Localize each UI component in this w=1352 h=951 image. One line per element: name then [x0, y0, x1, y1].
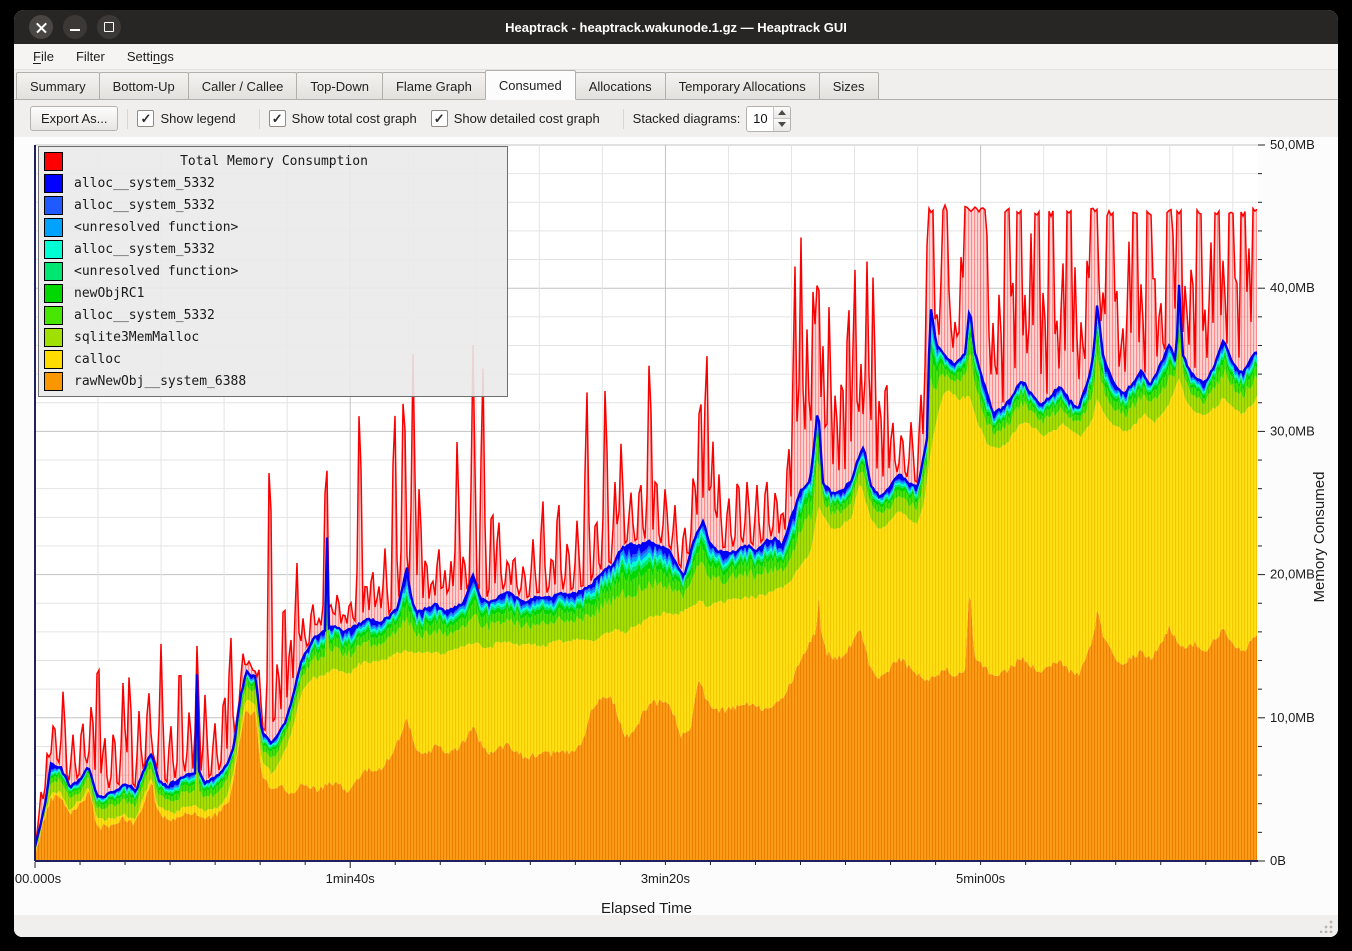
spinbox-buttons: [773, 107, 790, 131]
spin-up-button[interactable]: [774, 107, 790, 119]
stacked-diagrams-label: Stacked diagrams:: [633, 111, 741, 126]
legend-label: alloc__system_5332: [74, 198, 215, 213]
legend-item: alloc__system_5332: [39, 172, 507, 194]
legend-swatch: [44, 350, 63, 369]
axis-tick-label: 00.000s: [15, 871, 62, 886]
export-as-button[interactable]: Export As...: [30, 106, 118, 131]
legend-item: alloc__system_5332: [39, 194, 507, 216]
legend-label: rawNewObj__system_6388: [74, 374, 246, 389]
axis-tick-label: 50,0MB: [1270, 137, 1315, 152]
minimize-button[interactable]: [63, 15, 87, 39]
legend-label: alloc__system_5332: [74, 176, 215, 191]
chart-area: 00.000s 1min40s 3min20s 5min00s 0B 10,0MB 20,0…: [14, 137, 1338, 915]
legend-label: <unresolved function>: [74, 220, 238, 235]
menu-settings[interactable]: Settings: [116, 46, 185, 67]
tab-caller-callee[interactable]: Caller / Callee: [188, 72, 298, 99]
checkmark-icon: ✓: [141, 112, 152, 125]
axis-tick-label: 0B: [1270, 853, 1286, 868]
legend-swatch: [44, 372, 63, 391]
legend-label: newObjRC1: [74, 286, 144, 301]
legend-swatch: [44, 174, 63, 193]
legend-item: calloc: [39, 348, 507, 370]
menubar: File Filter Settings: [14, 44, 1338, 70]
legend-label: calloc: [74, 352, 121, 367]
checkbox-box: ✓: [137, 110, 154, 127]
stacked-diagrams-spinbox[interactable]: 10: [746, 106, 791, 132]
legend-swatch: [44, 196, 63, 215]
checkbox-label: Show total cost graph: [292, 111, 417, 126]
axis-tick-label: 10,0MB: [1270, 710, 1315, 725]
maximize-icon: [104, 22, 114, 32]
tab-bottom-up[interactable]: Bottom-Up: [99, 72, 189, 99]
close-icon: [36, 22, 47, 33]
legend-item: newObjRC1: [39, 282, 507, 304]
legend-label: <unresolved function>: [74, 264, 238, 279]
legend-label: alloc__system_5332: [74, 242, 215, 257]
tab-top-down[interactable]: Top-Down: [296, 72, 383, 99]
spinbox-value[interactable]: 10: [747, 107, 773, 131]
axis-tick-label: 20,0MB: [1270, 567, 1315, 582]
toolbar-separator: [259, 109, 260, 129]
toolbar-separator: [623, 109, 624, 129]
chart-legend: Total Memory Consumption alloc__system_5…: [38, 146, 508, 397]
spin-down-button[interactable]: [774, 118, 790, 131]
tab-flame-graph[interactable]: Flame Graph: [382, 72, 486, 99]
legend-swatch: [44, 306, 63, 325]
tab-sizes[interactable]: Sizes: [819, 72, 879, 99]
show-total-cost-checkbox[interactable]: ✓ Show total cost graph: [269, 110, 417, 127]
y-axis-title: Memory Consumed: [1311, 472, 1328, 603]
toolbar-separator: [127, 109, 128, 129]
legend-swatch: [44, 218, 63, 237]
checkmark-icon: ✓: [434, 112, 445, 125]
axis-tick-label: 30,0MB: [1270, 423, 1315, 438]
toolbar: Export As... ✓ Show legend ✓ Show total …: [14, 100, 1338, 137]
tab-summary[interactable]: Summary: [16, 72, 100, 99]
legend-item: alloc__system_5332: [39, 238, 507, 260]
titlebar[interactable]: Heaptrack - heaptrack.wakunode.1.gz — He…: [14, 10, 1338, 44]
legend-title-row: Total Memory Consumption: [39, 150, 507, 172]
checkbox-label: Show legend: [160, 111, 235, 126]
legend-item: alloc__system_5332: [39, 304, 507, 326]
axis-tick-label: 40,0MB: [1270, 280, 1315, 295]
axis-tick-label: 5min00s: [956, 871, 1006, 886]
legend-swatch: [44, 284, 63, 303]
checkbox-box: ✓: [431, 110, 448, 127]
legend-swatch: [44, 262, 63, 281]
tab-allocations[interactable]: Allocations: [575, 72, 666, 99]
menu-file[interactable]: File: [22, 46, 65, 67]
maximize-button[interactable]: [97, 15, 121, 39]
legend-item: sqlite3MemMalloc: [39, 326, 507, 348]
checkmark-icon: ✓: [272, 112, 283, 125]
legend-item: <unresolved function>: [39, 260, 507, 282]
chevron-up-icon: [778, 110, 786, 115]
close-button[interactable]: [29, 15, 53, 39]
show-legend-checkbox[interactable]: ✓ Show legend: [137, 110, 235, 127]
resize-grip[interactable]: [1320, 920, 1333, 933]
window-title: Heaptrack - heaptrack.wakunode.1.gz — He…: [14, 20, 1338, 35]
tab-temporary-allocations[interactable]: Temporary Allocations: [665, 72, 820, 99]
menu-filter[interactable]: Filter: [65, 46, 116, 67]
legend-item: <unresolved function>: [39, 216, 507, 238]
legend-label: sqlite3MemMalloc: [74, 330, 199, 345]
legend-item: rawNewObj__system_6388: [39, 370, 507, 392]
legend-swatch-total: [44, 152, 63, 171]
legend-label: alloc__system_5332: [74, 308, 215, 323]
axis-tick-label: 1min40s: [326, 871, 376, 886]
tab-consumed[interactable]: Consumed: [485, 70, 576, 100]
show-detailed-cost-checkbox[interactable]: ✓ Show detailed cost graph: [431, 110, 600, 127]
heaptrack-window: Heaptrack - heaptrack.wakunode.1.gz — He…: [14, 10, 1338, 937]
legend-swatch: [44, 240, 63, 259]
chevron-down-icon: [778, 122, 786, 127]
status-bar: [14, 915, 1338, 937]
desktop-background: Heaptrack - heaptrack.wakunode.1.gz — He…: [0, 0, 1352, 951]
checkbox-label: Show detailed cost graph: [454, 111, 600, 126]
legend-title: Total Memory Consumption: [63, 154, 507, 169]
legend-swatch: [44, 328, 63, 347]
checkbox-box: ✓: [269, 110, 286, 127]
tab-bar: Summary Bottom-Up Caller / Callee Top-Do…: [14, 70, 1338, 100]
minimize-icon: [70, 29, 80, 31]
axis-tick-label: 3min20s: [641, 871, 691, 886]
